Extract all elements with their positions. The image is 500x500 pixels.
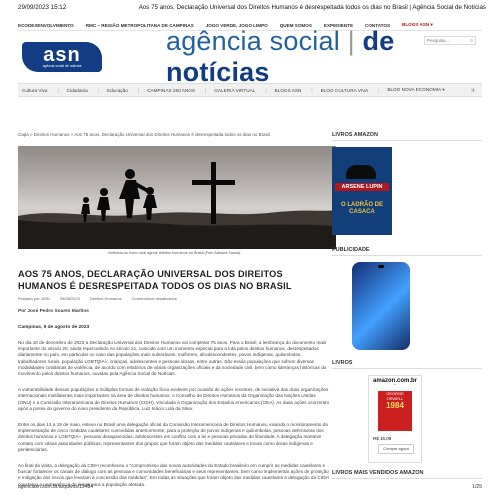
footer-url: agenciasn.com.br/arquivos/19484	[18, 484, 94, 490]
logo-text: asn	[43, 44, 81, 66]
print-title: Aos 75 anos, Declaração Universal dos Di…	[138, 3, 486, 11]
amazon-book-card[interactable]: amazon.com.br ⌣ GEORGE ORWELL 1984 R$ 16…	[368, 375, 422, 463]
site-header: ECODESENVOLVIMENTO RMC – REGIÃO METROPOL…	[18, 20, 482, 97]
book-author: ARSENE LUPIN	[335, 183, 389, 191]
paragraph-1: No dia 10 de dezembro de 2023 a Declaraç…	[18, 340, 327, 377]
breadcrumb[interactable]: Capa » Direitos Humanos » Aos 75 anos, D…	[18, 132, 330, 138]
article-title: AOS 75 ANOS, DECLARAÇÃO UNIVERSAL DOS DI…	[18, 269, 292, 291]
smartphone-advertisement[interactable]	[352, 262, 410, 350]
compre-agora-button[interactable]: Compre agora	[378, 444, 414, 454]
category-cultura-viva[interactable]: Cultura Viva	[22, 88, 47, 93]
topnav-item-ecodesenvolvimento[interactable]: ECODESENVOLVIMENTO	[18, 23, 74, 28]
print-header: 29/09/2023 15:12 Aos 75 anos, Declaração…	[0, 0, 500, 14]
livros-heading: LIVROS	[332, 360, 482, 369]
cover-title: 1984	[386, 401, 404, 410]
book-title: O LADRÃO DE CASACA	[341, 202, 383, 215]
main-article: Capa » Direitos Humanos » Aos 75 anos, D…	[18, 132, 336, 488]
print-footer: agenciasn.com.br/arquivos/19484 1/25	[18, 484, 482, 490]
cross-silhouette-image	[18, 162, 336, 249]
top-hat-icon	[346, 165, 376, 179]
article-dateline: Campinas, 9 de agosto de 2023	[18, 325, 90, 330]
print-datetime: 29/09/2023 15:12	[18, 3, 67, 11]
camera-notch	[378, 265, 384, 268]
article-byline: Por José Pedro Soares Martins	[18, 309, 89, 314]
logo-subtext: agência social de notícias	[42, 64, 82, 68]
category-blogs-asn[interactable]: BLOGS ASN	[275, 88, 302, 93]
category-galeria-virtual[interactable]: GALERIA VIRTUAL	[214, 88, 255, 93]
paragraph-2: A vulnerabilidade dessas populações a mú…	[18, 387, 330, 411]
article-photo	[18, 146, 336, 249]
meta-category[interactable]: Direitos Humanos	[90, 296, 122, 301]
masthead-prefix: agência social	[165, 26, 348, 56]
arsene-lupin-book-cover[interactable]: ARSENE LUPIN O LADRÃO DE CASACA	[332, 147, 392, 235]
brand-bar: asn agência social de notícias agência s…	[18, 26, 482, 87]
search-icon[interactable]: ⌕	[470, 38, 473, 44]
masthead-pipe: |	[347, 26, 355, 56]
article-meta: Postado por: ASN 09/08/2023 Direitos Hum…	[18, 296, 330, 301]
category-blog-nova-economia[interactable]: BLOG NOVA ECONOMIA ▾	[387, 87, 444, 93]
book-1984-cover[interactable]: GEORGE ORWELL 1984	[378, 391, 412, 431]
search-box[interactable]: Pesquisa ... ⌕	[424, 36, 476, 45]
category-campinas-250[interactable]: CAMPINAS 250 ANOS	[147, 88, 195, 93]
sidebar: LIVROS AMAZON ARSENE LUPIN O LADRÃO DE C…	[332, 132, 482, 485]
asn-logo[interactable]: asn agência social de notícias	[22, 42, 102, 72]
category-cidadania[interactable]: Cidadania	[67, 88, 88, 93]
search-placeholder: Pesquisa ...	[427, 38, 451, 43]
mais-vendidos-heading: LIVROS MAIS VENDIDOS AMAZON	[332, 470, 482, 479]
cover-author: GEORGE ORWELL	[386, 391, 404, 401]
page-number: 1/25	[472, 484, 482, 490]
category-educacao[interactable]: Educação	[107, 88, 128, 93]
category-blog-cultura-viva[interactable]: BLOG CULTURA VIVA	[321, 88, 369, 93]
shuffle-icon[interactable]: ⤨	[470, 88, 474, 93]
photo-caption: Violência no meio rural agride direitos …	[107, 251, 241, 255]
meta-comments: Comentários desativados	[131, 296, 177, 301]
book-price: R$ 16,09	[373, 436, 392, 441]
meta-date: 09/08/2023	[59, 296, 80, 301]
meta-author: Postado por: ASN	[18, 296, 50, 301]
publicidade-heading: PUBLICIDADE	[332, 247, 482, 256]
paragraph-3: Entre os dias 14 a 19 de maio, esteve no…	[18, 422, 328, 452]
livros-amazon-heading: LIVROS AMAZON	[332, 132, 482, 141]
amazon-smile-icon: ⌣	[393, 382, 397, 388]
